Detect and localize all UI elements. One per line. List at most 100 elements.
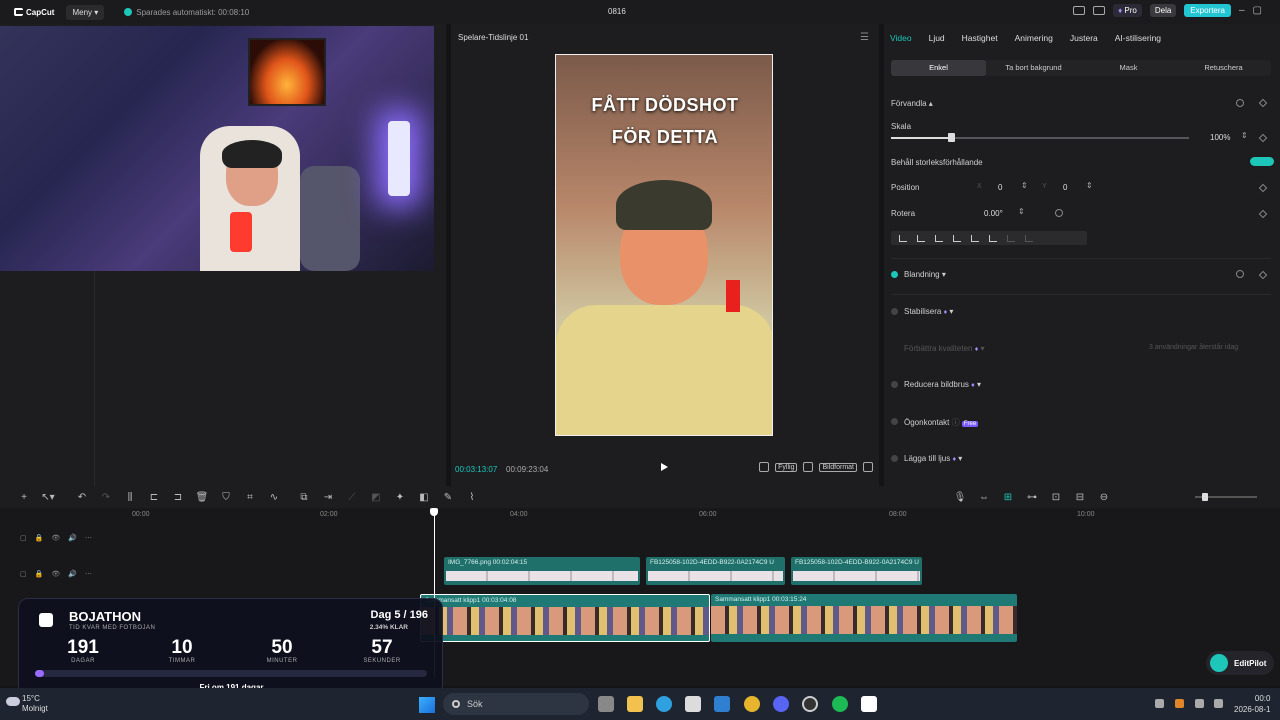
track-visibility-icon[interactable]: 👁 xyxy=(51,534,60,542)
fill-button[interactable]: Fyllig xyxy=(775,462,798,472)
track-lock-icon[interactable]: 🔒 xyxy=(35,570,44,578)
pro-button[interactable]: ♦ Pro xyxy=(1113,4,1142,17)
mirror-icon[interactable]: ◩ xyxy=(364,492,388,503)
link-icon[interactable]: ⇔ xyxy=(972,492,996,503)
subtab-mask[interactable]: Mask xyxy=(1081,60,1176,76)
discord-icon[interactable] xyxy=(773,696,789,712)
undo-icon[interactable]: ↶ xyxy=(70,492,94,503)
track-cover-icon[interactable]: ▢ xyxy=(20,570,27,578)
blend-keyframe-icon[interactable] xyxy=(1258,270,1268,280)
align-bottom-icon[interactable] xyxy=(989,234,997,242)
rotate-keyframe-icon[interactable] xyxy=(1258,209,1268,219)
track-lock-icon[interactable]: 🔒 xyxy=(35,534,44,542)
track-audio-icon[interactable]: 🔊 xyxy=(68,534,77,542)
main-clip[interactable]: Sammansatt klipp1 00:03:15:24 xyxy=(711,594,1017,642)
magnet-icon[interactable]: ⊞ xyxy=(996,492,1020,503)
mic-record-icon[interactable]: 🎙 xyxy=(948,492,972,503)
align-left-icon[interactable] xyxy=(899,234,907,242)
remove-bg-icon[interactable]: ◧ xyxy=(412,492,436,503)
subtab-remove-bg[interactable]: Ta bort bakgrund xyxy=(986,60,1081,76)
track-cover-icon[interactable]: ▢ xyxy=(20,534,27,542)
spotify-icon[interactable] xyxy=(832,696,848,712)
stabilize-checkbox[interactable] xyxy=(891,308,898,315)
tab-speed[interactable]: Hastighet xyxy=(962,33,998,43)
subtab-basic[interactable]: Enkel xyxy=(891,60,986,76)
split-left-icon[interactable]: ⊏ xyxy=(142,492,166,503)
outlook-icon[interactable] xyxy=(714,696,730,712)
rotate-input[interactable]: 0.00° xyxy=(984,209,1003,218)
menu-button[interactable]: Meny ▾ xyxy=(66,4,105,20)
capcut-taskbar-icon[interactable] xyxy=(861,696,877,712)
crop-icon[interactable] xyxy=(759,462,770,472)
reduce-noise-header[interactable]: Reducera bildbrus ♦ ▾ xyxy=(904,380,981,389)
delete-icon[interactable]: 🗑 xyxy=(190,492,214,503)
rotate-dial-icon[interactable] xyxy=(1055,209,1063,217)
shortcuts-icon[interactable] xyxy=(1093,6,1106,15)
caption-icon[interactable]: ⊟ xyxy=(1068,492,1092,503)
blend-checkbox[interactable] xyxy=(891,271,898,278)
fullscreen-icon[interactable] xyxy=(863,462,873,472)
track-audio-icon[interactable]: 🔊 xyxy=(68,570,77,578)
tab-animation[interactable]: Animering xyxy=(1015,33,1053,43)
clip-image[interactable]: IMG_7766.png 00:02:04:15 xyxy=(444,557,640,585)
windows-start-icon[interactable] xyxy=(419,697,435,713)
position-keyframe-icon[interactable] xyxy=(1258,183,1268,193)
align-right-icon[interactable] xyxy=(935,234,943,242)
rotate-stepper[interactable]: ⇕ xyxy=(1018,207,1025,216)
file-explorer-icon[interactable] xyxy=(627,696,643,712)
share-button[interactable]: Dela xyxy=(1149,4,1177,17)
tab-video[interactable]: Video xyxy=(890,33,912,43)
zoom-slider-handle[interactable] xyxy=(1202,493,1208,501)
keep-ratio-toggle[interactable] xyxy=(1250,157,1274,166)
magic-icon[interactable]: ✦ xyxy=(388,492,412,503)
taskbar-clock[interactable]: 00:0 2026-08-1 xyxy=(1234,693,1270,715)
aspect-ratio-button[interactable]: Bildformat xyxy=(819,462,857,472)
clip-video[interactable]: FB125058-102D-4EDD-B922-0A2174C9 U xyxy=(646,557,785,585)
minimize-icon[interactable]: – xyxy=(1239,5,1245,16)
split-right-icon[interactable]: ⊐ xyxy=(166,492,190,503)
track-more-icon[interactable]: ⋯ xyxy=(85,534,92,542)
scale-stepper[interactable]: ⇕ xyxy=(1241,131,1248,140)
curve-icon[interactable]: ∿ xyxy=(262,492,286,503)
pos-x-stepper[interactable]: ⇕ xyxy=(1021,181,1028,190)
playhead-handle[interactable] xyxy=(430,508,438,516)
project-title[interactable]: 0816 xyxy=(608,7,626,16)
task-view-icon[interactable] xyxy=(598,696,614,712)
marker-icon[interactable]: ⛉ xyxy=(214,492,238,503)
tray-volume-icon[interactable] xyxy=(1214,699,1223,708)
keyframe-tool-icon[interactable]: ⟋ xyxy=(340,492,364,503)
add-track-icon[interactable]: + xyxy=(12,492,36,503)
stabilize-header[interactable]: Stabilisera ♦ ▾ xyxy=(904,307,953,316)
blend-section-header[interactable]: Blandning ▾ xyxy=(904,270,946,279)
add-light-header[interactable]: Lägga till ljus ♦ ▾ xyxy=(904,454,962,463)
export-button[interactable]: Exportera xyxy=(1184,4,1231,17)
main-clip-selected[interactable]: Sammansatt klipp1 00:03:04:08 xyxy=(420,594,710,642)
track-more-icon[interactable]: ⋯ xyxy=(85,570,92,578)
tab-audio[interactable]: Ljud xyxy=(929,33,945,43)
track-visibility-icon[interactable]: 👁 xyxy=(51,570,60,578)
scale-keyframe-icon[interactable] xyxy=(1258,133,1268,143)
obs-icon[interactable] xyxy=(802,696,818,712)
clip-video[interactable]: FB125058-102D-4EDD-B922-0A2174C9 U xyxy=(791,557,922,585)
pos-y-stepper[interactable]: ⇕ xyxy=(1086,181,1093,190)
tray-display-icon[interactable] xyxy=(1195,699,1204,708)
store-icon[interactable] xyxy=(685,696,701,712)
time-ruler[interactable]: 00:00 02:00 04:00 06:00 08:00 10:00 xyxy=(0,508,1280,524)
redo-icon[interactable]: ↷ xyxy=(94,492,118,503)
video-caption[interactable]: FÅTT DÖDSHOT FÖR DETTA xyxy=(556,89,772,153)
edge-icon[interactable] xyxy=(656,696,672,712)
pos-y-input[interactable]: 0 xyxy=(1063,183,1067,192)
edit-icon[interactable]: ✎ xyxy=(436,492,460,503)
reset-blend-icon[interactable] xyxy=(1236,270,1244,278)
scale-value[interactable]: 100% xyxy=(1210,133,1230,142)
replace-icon[interactable]: ⧉ xyxy=(292,492,316,503)
tray-mic-icon[interactable] xyxy=(1175,699,1184,708)
subtab-retouch[interactable]: Retuschera xyxy=(1176,60,1271,76)
video-preview[interactable]: FÅTT DÖDSHOT FÖR DETTA xyxy=(555,54,773,436)
align-center-h-icon[interactable] xyxy=(917,234,925,242)
auto-reframe-icon[interactable]: ⇥ xyxy=(316,492,340,503)
align-top-icon[interactable] xyxy=(953,234,961,242)
pos-x-input[interactable]: 0 xyxy=(998,183,1002,192)
split-icon[interactable]: ⫼ xyxy=(118,492,142,503)
eye-contact-checkbox[interactable] xyxy=(891,418,898,425)
